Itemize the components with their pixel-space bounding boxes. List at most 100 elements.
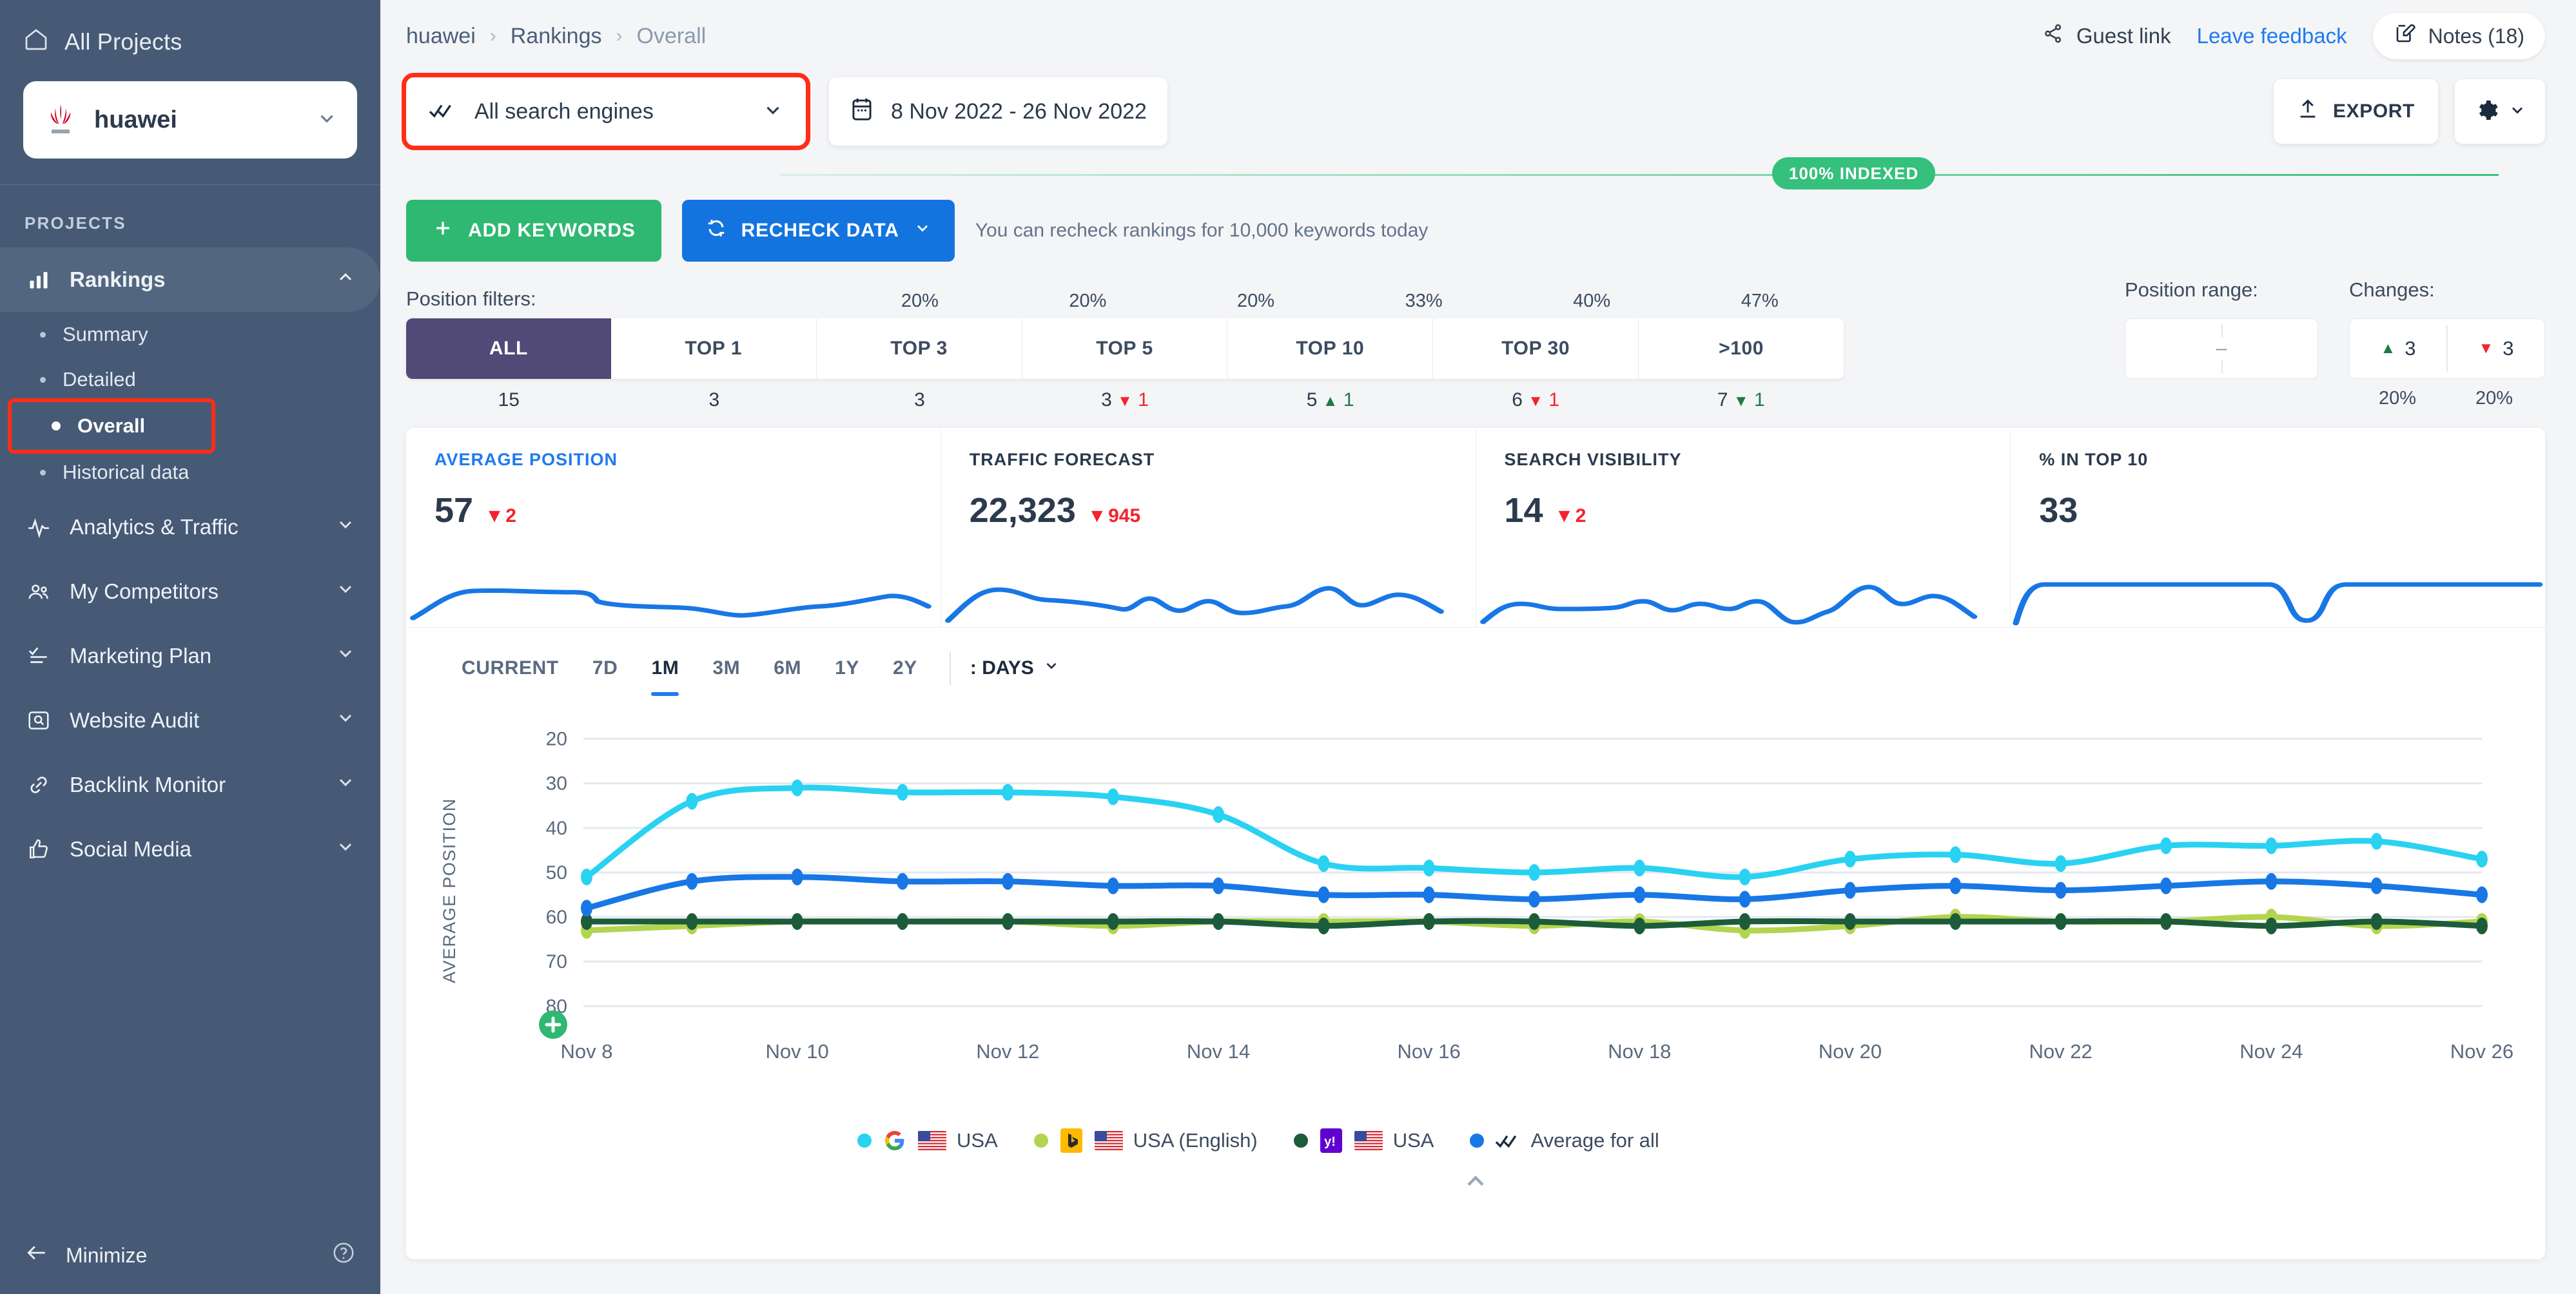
chart-svg[interactable]: AVERAGE POSITION 20304050607080 Nov 8 Nov…	[432, 697, 2514, 1084]
chevron-down-icon	[335, 514, 356, 540]
date-range-picker[interactable]: 8 Nov 2022 - 26 Nov 2022	[829, 77, 1167, 146]
sidebar-item-website-audit[interactable]: Website Audit	[0, 688, 380, 753]
position-filter-tab-top10[interactable]: TOP 10	[1227, 318, 1434, 379]
legend-item-bing-usa-english[interactable]: USA (English)	[1033, 1128, 1258, 1154]
sidebar-item-overall[interactable]: Overall	[8, 398, 215, 454]
chart-data-point	[1528, 864, 1540, 881]
position-filter-pct: 33%	[1405, 291, 1443, 311]
minimize-label[interactable]: Minimize	[66, 1244, 315, 1268]
share-icon	[2042, 22, 2065, 50]
sidebar-item-label: Social Media	[70, 837, 191, 861]
settings-button[interactable]	[2455, 79, 2545, 144]
kpi-search-visibility[interactable]: SEARCH VISIBILITY 14 ▼ 2	[1476, 428, 2011, 627]
project-selector[interactable]: huawei	[23, 81, 357, 159]
chevron-down-icon	[335, 708, 356, 733]
legend-item-yahoo-usa[interactable]: y! USA	[1293, 1128, 1434, 1154]
sidebar-item-label: Website Audit	[70, 708, 200, 732]
actions-row: ADD KEYWORDS RECHECK DATA You can rechec…	[380, 193, 2576, 262]
export-button[interactable]: EXPORT	[2274, 79, 2438, 144]
position-filter-pct: 20%	[1069, 291, 1107, 311]
legend-item-google-usa[interactable]: USA	[857, 1128, 998, 1154]
kpi-delta-value: 945	[1108, 505, 1141, 526]
sidebar-item-backlink-monitor[interactable]: Backlink Monitor	[0, 753, 380, 817]
chart-data-point	[1739, 891, 1751, 908]
kpi-average-position[interactable]: AVERAGE POSITION 57 ▼ 2	[406, 428, 941, 627]
chart-data-point	[2370, 913, 2383, 930]
position-filter-tab-over100[interactable]: >100	[1639, 318, 1844, 379]
arrow-left-icon[interactable]	[24, 1241, 49, 1270]
position-filter-tab-top1[interactable]: TOP 1	[611, 318, 817, 379]
time-range-current[interactable]: CURRENT	[445, 650, 576, 687]
guest-link-button[interactable]: Guest link	[2042, 22, 2171, 50]
chart-legend: USA USA (English) y! USA Average for all	[406, 1116, 2545, 1154]
notes-label: Notes (18)	[2428, 24, 2524, 48]
collapse-chart-button[interactable]	[406, 1154, 2545, 1212]
us-flag-icon	[1354, 1131, 1383, 1150]
sidebar-item-social-media[interactable]: Social Media	[0, 817, 380, 882]
all-projects-link[interactable]: All Projects	[23, 19, 357, 64]
time-range-1m[interactable]: 1M	[634, 650, 696, 696]
sidebar-item-historical-data[interactable]: Historical data	[0, 450, 380, 495]
sidebar-item-label: Rankings	[70, 267, 166, 291]
chart-data-point	[581, 900, 592, 917]
position-filter-tab-top30[interactable]: TOP 30	[1433, 318, 1639, 379]
kpi-traffic-forecast[interactable]: TRAFFIC FORECAST 22,323 ▼ 945	[941, 428, 1476, 627]
breadcrumb-item-project[interactable]: huawei	[406, 24, 476, 49]
position-range-block: Position range: –	[2125, 278, 2318, 409]
chart-data-point	[2054, 913, 2067, 930]
bullet-icon	[40, 376, 46, 383]
position-range-value: –	[2212, 338, 2231, 360]
position-filter-tab-all[interactable]: ALL	[406, 318, 611, 379]
kpi-title: % IN TOP 10	[2039, 450, 2149, 469]
chevron-down-icon	[1043, 657, 1060, 679]
rankings-line-chart: AVERAGE POSITION 20 30 40 50 60 70 80 Nov 8 Nov…	[406, 691, 2545, 1116]
add-keywords-button[interactable]: ADD KEYWORDS	[406, 200, 661, 262]
chart-data-point	[1002, 873, 1014, 890]
time-range-2y[interactable]: 2Y	[876, 650, 934, 687]
sidebar-item-my-competitors[interactable]: My Competitors	[0, 559, 380, 624]
kpi-title: TRAFFIC FORECAST	[969, 450, 1155, 469]
chart-data-point	[2160, 837, 2172, 855]
kpi-percent-in-top-10[interactable]: % IN TOP 10 33	[2011, 428, 2545, 627]
recheck-data-button[interactable]: RECHECK DATA	[681, 200, 955, 262]
changes-control: ▲ 3 ▼ 3	[2349, 318, 2545, 379]
chart-data-point	[1213, 877, 1224, 894]
time-range-1y[interactable]: 1Y	[818, 650, 876, 687]
indexed-progress-line	[780, 174, 2499, 176]
changes-down-filter[interactable]: ▼ 3	[2448, 337, 2544, 360]
sparkline-percent-in-top-10	[2011, 556, 2545, 627]
sidebar-item-analytics-traffic[interactable]: Analytics & Traffic	[0, 495, 380, 559]
sidebar-item-detailed[interactable]: Detailed	[0, 357, 380, 402]
sparkline-average-position	[406, 556, 941, 627]
sidebar-sub-label: Detailed	[63, 368, 136, 391]
sidebar-item-summary[interactable]: Summary	[0, 312, 380, 357]
legend-item-average-for-all[interactable]: Average for all	[1470, 1128, 1659, 1154]
position-range-title: Position range:	[2125, 278, 2258, 301]
home-icon	[23, 26, 49, 58]
indexed-progress-row: 100% INDEXED	[380, 157, 2576, 193]
kpi-value: 33	[2039, 491, 2078, 530]
sidebar-bottom: Minimize	[0, 1217, 380, 1294]
time-range-7d[interactable]: 7D	[576, 650, 635, 687]
granularity-select[interactable]: : DAYS	[970, 657, 1060, 679]
x-tick-label: Nov 14	[1187, 1040, 1250, 1063]
position-filter-tab-top3[interactable]: TOP 3	[817, 318, 1022, 379]
leave-feedback-link[interactable]: Leave feedback	[2197, 24, 2347, 48]
delta-value: 1	[1138, 389, 1149, 410]
help-icon[interactable]	[331, 1241, 356, 1270]
count-value: 3	[914, 389, 925, 410]
notes-button[interactable]: Notes (18)	[2372, 13, 2545, 59]
delta-value: 1	[1548, 389, 1560, 410]
x-tick-label: Nov 24	[2239, 1040, 2303, 1063]
position-filter-tab-top5[interactable]: TOP 5	[1022, 318, 1228, 379]
sidebar-sub-label: Overall	[77, 414, 146, 437]
search-engine-select[interactable]: All search engines	[402, 73, 810, 150]
changes-up-filter[interactable]: ▲ 3	[2350, 337, 2446, 360]
position-range-input[interactable]: –	[2125, 318, 2318, 379]
sidebar-item-marketing-plan[interactable]: Marketing Plan	[0, 624, 380, 688]
sidebar-item-rankings[interactable]: Rankings	[0, 247, 380, 312]
time-range-3m[interactable]: 3M	[696, 650, 757, 687]
breadcrumb-item-rankings[interactable]: Rankings	[511, 24, 602, 49]
y-tick-label: 60	[546, 907, 567, 928]
time-range-6m[interactable]: 6M	[757, 650, 818, 687]
